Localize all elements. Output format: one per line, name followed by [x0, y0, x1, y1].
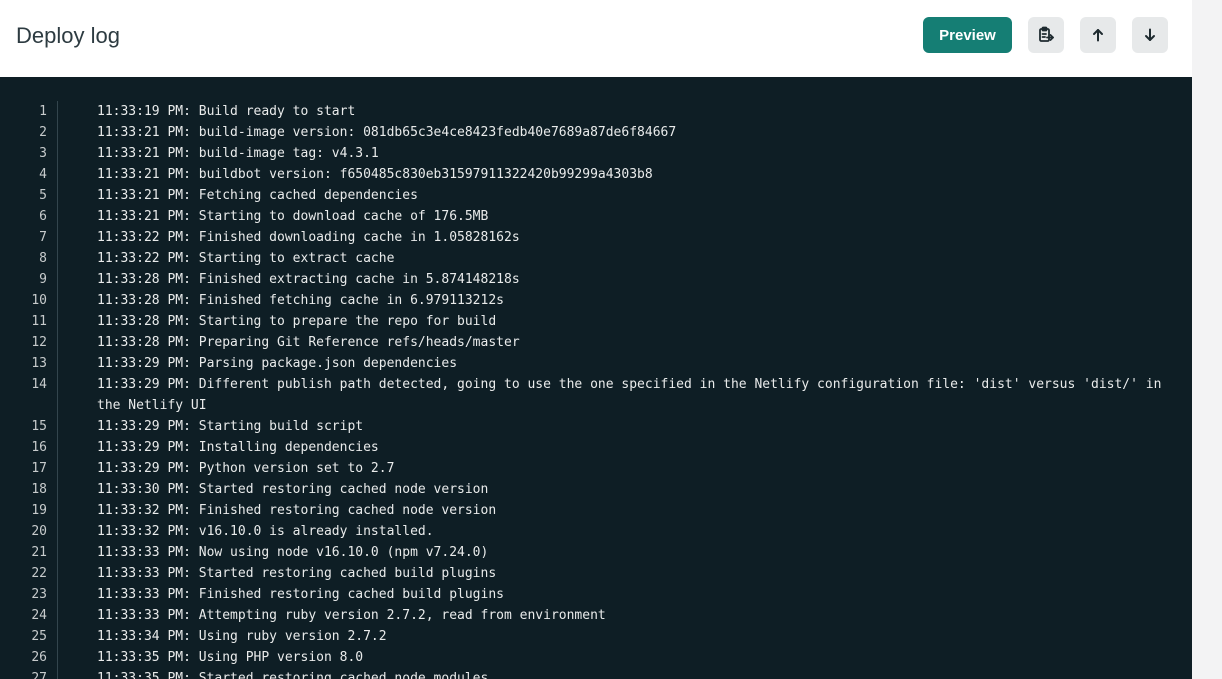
log-line: 19 11:33:32 PM: Finished restoring cached… [0, 500, 1192, 521]
page-title: Deploy log [16, 23, 120, 48]
log-line-text: 11:33:32 PM: v16.10.0 is already install… [97, 524, 434, 539]
deploy-log-page: Deploy log Preview 1 11:33:19 PM: Build … [0, 0, 1222, 679]
log-line-text: 11:33:28 PM: Preparing Git Reference ref… [97, 335, 520, 350]
log-line: 11 11:33:28 PM: Starting to prepare the r… [0, 311, 1192, 332]
log-line: 3 11:33:21 PM: build-image tag: v4.3.1 [0, 143, 1192, 164]
line-number: 19 [31, 503, 47, 518]
log-line: 16 11:33:29 PM: Installing dependencies [0, 437, 1192, 458]
log-line-text: 11:33:21 PM: build-image version: 081db6… [97, 125, 677, 140]
log-line: 14 11:33:29 PM: Different publish path de… [0, 374, 1192, 416]
log-line-text: 11:33:21 PM: Fetching cached dependencie… [97, 188, 418, 203]
log-line: 5 11:33:21 PM: Fetching cached dependenci… [0, 185, 1192, 206]
line-number: 25 [31, 629, 47, 644]
log-line-text: 11:33:33 PM: Started restoring cached bu… [97, 566, 497, 581]
line-number: 12 [31, 335, 47, 350]
log-line-text: 11:33:35 PM: Using PHP version 8.0 [97, 650, 364, 665]
line-number: 20 [31, 524, 47, 539]
log-line: 2 11:33:21 PM: build-image version: 081db… [0, 122, 1192, 143]
log-line-text: 11:33:32 PM: Finished restoring cached n… [97, 503, 497, 518]
log-line-text: 11:33:28 PM: Finished fetching cache in … [97, 293, 504, 308]
log-line-text: 11:33:29 PM: Installing dependencies [97, 440, 379, 455]
log-line-text: 11:33:29 PM: Parsing package.json depend… [97, 356, 458, 371]
line-number: 21 [31, 545, 47, 560]
line-number: 14 [31, 377, 47, 392]
log-line: 6 11:33:21 PM: Starting to download cache… [0, 206, 1192, 227]
log-line-text: 11:33:29 PM: Starting build script [97, 419, 364, 434]
line-number: 22 [31, 566, 47, 581]
log-line-text: 11:33:22 PM: Starting to extract cache [97, 251, 395, 266]
log-line: 10 11:33:28 PM: Finished fetching cache i… [0, 290, 1192, 311]
log-line-text: 11:33:29 PM: Different publish path dete… [97, 377, 1170, 413]
line-number: 16 [31, 440, 47, 455]
arrow-up-icon [1091, 28, 1105, 42]
line-number: 13 [31, 356, 47, 371]
log-line: 12 11:33:28 PM: Preparing Git Reference r… [0, 332, 1192, 353]
deploy-log-output[interactable]: 1 11:33:19 PM: Build ready to start 2 11:33… [0, 77, 1192, 679]
deploy-log-header: Deploy log Preview [0, 0, 1192, 77]
log-line: 9 11:33:28 PM: Finished extracting cache … [0, 269, 1192, 290]
log-line-text: 11:33:33 PM: Now using node v16.10.0 (np… [97, 545, 489, 560]
log-line-text: 11:33:35 PM: Started restoring cached no… [97, 671, 489, 679]
line-number: 8 [39, 251, 47, 266]
line-number: 26 [31, 650, 47, 665]
log-line-text: 11:33:29 PM: Python version set to 2.7 [97, 461, 395, 476]
line-number: 6 [39, 209, 47, 224]
line-number: 10 [31, 293, 47, 308]
log-line: 1 11:33:19 PM: Build ready to start [0, 101, 1192, 122]
line-number: 27 [31, 671, 47, 679]
log-line: 20 11:33:32 PM: v16.10.0 is already insta… [0, 521, 1192, 542]
log-lines: 1 11:33:19 PM: Build ready to start 2 11:33… [0, 101, 1192, 679]
log-line: 26 11:33:35 PM: Using PHP version 8.0 [0, 647, 1192, 668]
log-line-text: 11:33:22 PM: Finished downloading cache … [97, 230, 520, 245]
log-line-text: 11:33:28 PM: Starting to prepare the rep… [97, 314, 497, 329]
log-line-text: 11:33:30 PM: Started restoring cached no… [97, 482, 489, 497]
line-number: 24 [31, 608, 47, 623]
line-number: 3 [39, 146, 47, 161]
log-line-text: 11:33:33 PM: Attempting ruby version 2.7… [97, 608, 606, 623]
log-line: 27 11:33:35 PM: Started restoring cached … [0, 668, 1192, 679]
arrow-down-icon [1143, 28, 1157, 42]
log-line-text: 11:33:28 PM: Finished extracting cache i… [97, 272, 520, 287]
line-number: 18 [31, 482, 47, 497]
line-number: 4 [39, 167, 47, 182]
log-line-text: 11:33:34 PM: Using ruby version 2.7.2 [97, 629, 387, 644]
log-line-text: 11:33:21 PM: Starting to download cache … [97, 209, 489, 224]
right-gutter [1192, 0, 1222, 679]
scroll-to-top-button[interactable] [1080, 17, 1116, 53]
log-line: 18 11:33:30 PM: Started restoring cached … [0, 479, 1192, 500]
log-line-text: 11:33:33 PM: Finished restoring cached b… [97, 587, 504, 602]
line-number: 9 [39, 272, 47, 287]
log-line-text: 11:33:21 PM: build-image tag: v4.3.1 [97, 146, 379, 161]
deploy-log-panel: Deploy log Preview 1 11:33:19 PM: Build … [0, 0, 1192, 679]
preview-button[interactable]: Preview [923, 17, 1012, 53]
log-line: 4 11:33:21 PM: buildbot version: f650485c… [0, 164, 1192, 185]
log-line: 22 11:33:33 PM: Started restoring cached … [0, 563, 1192, 584]
line-number: 1 [39, 104, 47, 119]
copy-log-button[interactable] [1028, 17, 1064, 53]
log-line: 17 11:33:29 PM: Python version set to 2.7 [0, 458, 1192, 479]
line-number: 23 [31, 587, 47, 602]
line-number: 2 [39, 125, 47, 140]
log-line: 24 11:33:33 PM: Attempting ruby version 2… [0, 605, 1192, 626]
line-number: 7 [39, 230, 47, 245]
line-number: 17 [31, 461, 47, 476]
log-line: 8 11:33:22 PM: Starting to extract cache [0, 248, 1192, 269]
log-line: 13 11:33:29 PM: Parsing package.json depe… [0, 353, 1192, 374]
log-line-text: 11:33:19 PM: Build ready to start [97, 104, 356, 119]
scroll-to-bottom-button[interactable] [1132, 17, 1168, 53]
log-line: 25 11:33:34 PM: Using ruby version 2.7.2 [0, 626, 1192, 647]
log-line: 21 11:33:33 PM: Now using node v16.10.0 (… [0, 542, 1192, 563]
clipboard-copy-icon [1037, 26, 1055, 44]
log-line: 15 11:33:29 PM: Starting build script [0, 416, 1192, 437]
line-number: 11 [31, 314, 47, 329]
log-line-text: 11:33:21 PM: buildbot version: f650485c8… [97, 167, 653, 182]
line-number: 5 [39, 188, 47, 203]
log-line: 23 11:33:33 PM: Finished restoring cached… [0, 584, 1192, 605]
log-line: 7 11:33:22 PM: Finished downloading cache… [0, 227, 1192, 248]
line-number: 15 [31, 419, 47, 434]
